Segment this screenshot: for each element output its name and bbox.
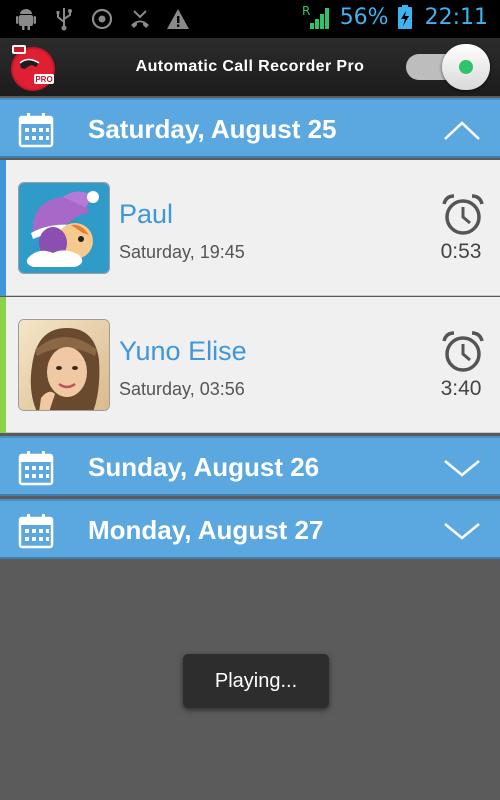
toast-message: Playing... [183, 654, 329, 708]
day-title: Sunday, August 26 [88, 452, 320, 482]
android-debug-icon [16, 9, 36, 30]
system-indicators: R 56% 22:11 [302, 4, 488, 30]
warning-icon [167, 9, 189, 29]
call-timestamp: Saturday, 19:45 [119, 242, 245, 262]
calendar-icon [18, 514, 54, 549]
status-bar: R 56% 22:11 [0, 0, 500, 38]
chevron-down-icon[interactable] [442, 519, 482, 543]
avatar [18, 319, 110, 411]
toggle-on-indicator [459, 60, 473, 74]
svg-text:R: R [302, 4, 310, 18]
day-title: Monday, August 27 [88, 515, 324, 545]
alarm-clock-icon [442, 194, 484, 235]
day-header-saturday[interactable]: Saturday, August 25 [0, 98, 500, 158]
call-row-yuno-elise[interactable]: Yuno Elise Saturday, 03:56 3:40 [0, 297, 500, 433]
row-accent-bar [0, 160, 6, 296]
cartoon-character-avatar [19, 183, 109, 273]
day-header-sunday[interactable]: Sunday, August 26 [0, 436, 500, 496]
signal-icon: R [302, 4, 329, 29]
toggle-knob [442, 44, 490, 90]
missed-call-icon [131, 10, 149, 28]
app-logo-icon[interactable]: PRO [8, 42, 58, 92]
battery-percent: 56% [339, 4, 389, 30]
clock: 22:11 [424, 4, 488, 30]
chevron-down-icon[interactable] [442, 456, 482, 480]
row-accent-bar [0, 297, 6, 433]
contact-name: Paul [119, 199, 174, 229]
calendar-icon [18, 113, 54, 148]
contact-name: Yuno Elise [119, 336, 247, 366]
day-title: Saturday, August 25 [88, 114, 337, 144]
call-row-paul[interactable]: Paul Saturday, 19:45 0:53 [0, 160, 500, 296]
day-header-monday[interactable]: Monday, August 27 [0, 499, 500, 559]
recording-toggle[interactable] [406, 44, 492, 90]
app-title: Automatic Call Recorder Pro [135, 58, 365, 75]
photo-avatar [19, 320, 109, 410]
sync-icon [91, 8, 113, 30]
avatar [18, 182, 110, 274]
usb-icon [56, 8, 72, 31]
chevron-up-icon[interactable] [442, 118, 482, 142]
app-header: PRO Automatic Call Recorder Pro [0, 38, 500, 96]
calendar-icon [18, 451, 54, 486]
svg-text:PRO: PRO [35, 75, 52, 84]
notification-icons [14, 6, 190, 32]
call-duration: 0:53 [440, 240, 482, 263]
call-timestamp: Saturday, 03:56 [119, 379, 245, 399]
alarm-clock-icon [442, 331, 484, 372]
battery-charging-icon [397, 5, 412, 29]
call-duration: 3:40 [440, 377, 482, 400]
